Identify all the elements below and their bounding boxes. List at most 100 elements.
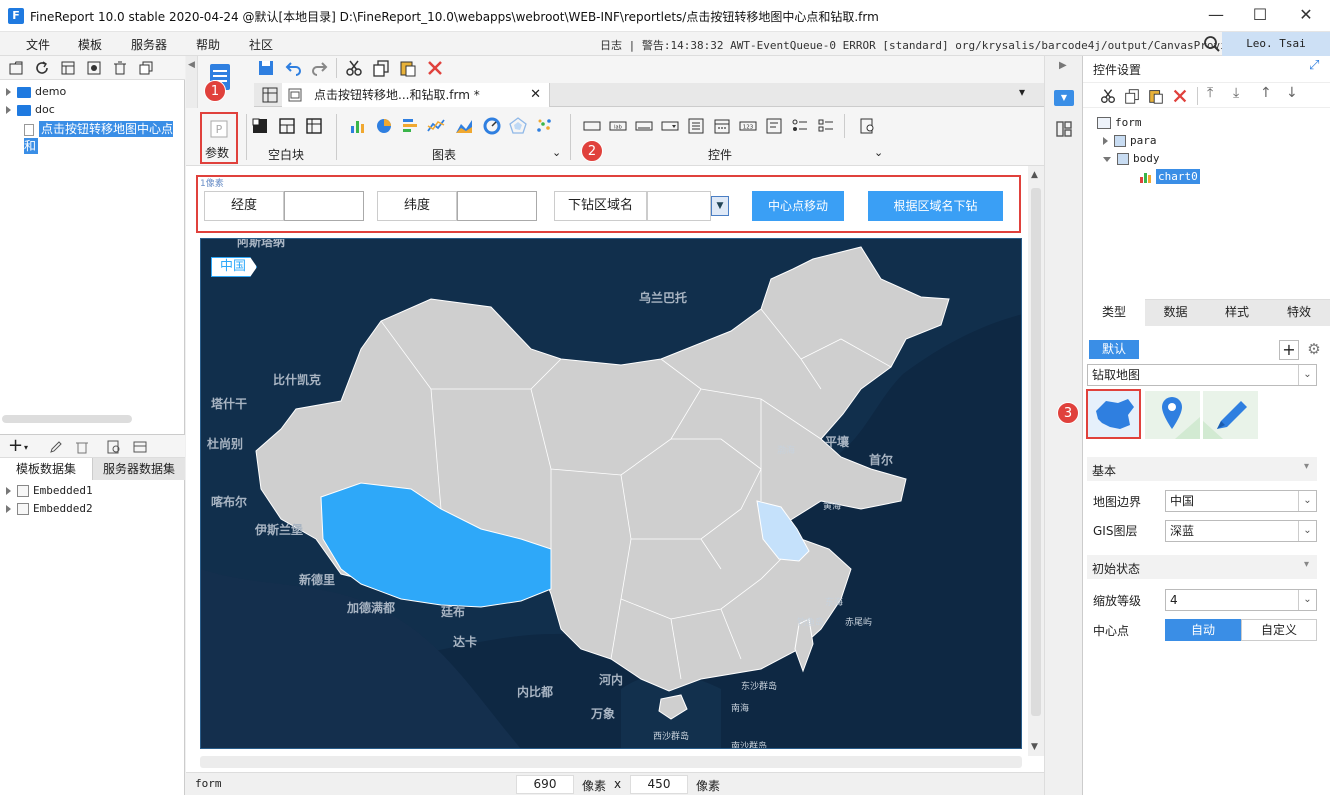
template-icon[interactable] (60, 60, 76, 76)
menu-template[interactable]: 模板 (78, 36, 102, 53)
chevron-down-icon[interactable]: ▾ (24, 443, 28, 452)
radar-chart-icon[interactable] (508, 116, 528, 136)
settings-icon[interactable] (86, 60, 102, 76)
date-widget-icon[interactable] (712, 116, 732, 136)
expand-icon[interactable] (6, 88, 11, 96)
delete-icon[interactable] (425, 58, 445, 78)
paste-icon[interactable] (1147, 87, 1165, 105)
cut-icon[interactable] (344, 58, 364, 78)
region-select[interactable] (647, 191, 711, 221)
latitude-input[interactable] (457, 191, 537, 221)
copy-icon[interactable] (1123, 87, 1141, 105)
new-folder-icon[interactable] (8, 60, 24, 76)
move-bottom-icon[interactable]: ⤓ (1233, 85, 1239, 101)
area-chart-icon[interactable] (454, 116, 474, 136)
add-icon[interactable]: + (1279, 340, 1299, 360)
line-chart-icon[interactable] (426, 116, 446, 136)
table-layout-icon[interactable] (304, 116, 324, 136)
user-account[interactable]: Leo. Tsai (1222, 32, 1330, 56)
move-down-icon[interactable]: ↓ (1286, 85, 1298, 101)
section-basic[interactable]: 基本 ▾ (1087, 457, 1317, 481)
preview-icon[interactable] (106, 439, 122, 455)
textbox-widget-icon[interactable] (582, 116, 602, 136)
column-chart-icon[interactable] (348, 116, 368, 136)
list-widget-icon[interactable] (686, 116, 706, 136)
widget-tree-body[interactable]: body (1103, 152, 1160, 165)
save-icon[interactable] (256, 58, 276, 78)
expand-icon[interactable] (1103, 137, 1108, 145)
custom-map-type-option[interactable] (1203, 391, 1258, 439)
undo-icon[interactable] (283, 58, 303, 78)
number-widget-icon[interactable]: 123 (738, 116, 758, 136)
widget-tree-form[interactable]: form (1097, 116, 1142, 129)
center-move-button[interactable]: 中心点移动 (752, 191, 844, 221)
tab-server-dataset[interactable]: 服务器数据集 (93, 458, 185, 480)
default-theme-badge[interactable]: 默认 (1089, 340, 1139, 359)
tab-template-dataset[interactable]: 模板数据集 (0, 458, 93, 480)
collapse-right-icon[interactable]: ▶ (1059, 60, 1067, 71)
param-widget-box[interactable]: P 参数 (200, 112, 238, 164)
tab-style[interactable]: 样式 (1206, 299, 1268, 326)
widget-settings-icon[interactable]: ▼ (1054, 90, 1074, 106)
expand-icon[interactable] (6, 106, 11, 114)
chevron-down-icon[interactable]: ⌄ (552, 146, 561, 159)
tab-layout-icon[interactable] (277, 116, 297, 136)
delete-icon[interactable] (112, 60, 128, 76)
label-widget-icon[interactable]: lab (608, 116, 628, 136)
expand-panel-icon[interactable]: ⤢ (1309, 58, 1319, 73)
chevron-down-icon[interactable]: ⌄ (1298, 590, 1316, 610)
parameter-panel[interactable]: 经度 纬度 下钻区域名 ▼ 中心点移动 根据区域名下钻 (196, 175, 1021, 233)
tab-data[interactable]: 数据 (1145, 299, 1206, 326)
height-input[interactable]: 450 (630, 775, 688, 794)
scroll-thumb[interactable] (1031, 188, 1041, 716)
tree-item-demo[interactable]: demo (6, 85, 66, 98)
widget-tree-chart0[interactable]: chart0 (1139, 169, 1200, 184)
minimize-button[interactable]: — (1196, 4, 1236, 28)
dataset-item[interactable]: Embedded2 (6, 502, 93, 515)
component-library-icon[interactable] (1055, 120, 1073, 138)
cut-icon[interactable] (1099, 87, 1117, 105)
dropdown-arrow-icon[interactable]: ▼ (711, 196, 729, 216)
radio-widget-icon[interactable] (790, 116, 810, 136)
tab-menu-icon[interactable]: ▾ (1019, 85, 1025, 99)
tab-current-file[interactable]: 点击按钮转移地...和钻取.frm * ✕ (282, 83, 550, 107)
expand-icon[interactable] (6, 487, 11, 495)
gear-icon[interactable]: ⚙ (1303, 340, 1325, 360)
menu-server[interactable]: 服务器 (131, 36, 167, 53)
width-input[interactable]: 690 (516, 775, 574, 794)
widget-tree-para[interactable]: para (1103, 134, 1157, 147)
chevron-down-icon[interactable]: ⌄ (1298, 521, 1316, 541)
search-widget-icon[interactable] (858, 116, 878, 136)
pie-chart-icon[interactable] (374, 116, 394, 136)
textarea-widget-icon[interactable] (764, 116, 784, 136)
edit-icon[interactable] (48, 439, 64, 455)
combobox-widget-icon[interactable] (660, 116, 680, 136)
tree-item-current-file[interactable]: 点击按钮转移地图中心点和 (24, 120, 184, 154)
tree-item-doc[interactable]: doc (6, 103, 55, 116)
log-status[interactable]: 日志 | 警告:14:38:32 AWT-EventQueue-0 ERROR … (600, 37, 1247, 53)
map-breadcrumb[interactable]: 中国 (211, 257, 258, 277)
chevron-down-icon[interactable]: ⌄ (1298, 365, 1316, 385)
chevron-down-icon[interactable]: ⌄ (874, 146, 883, 159)
zoom-level-select[interactable]: 4 ⌄ (1165, 589, 1317, 611)
menu-community[interactable]: 社区 (249, 36, 273, 53)
expand-icon[interactable] (6, 505, 11, 513)
dataset-edit-icon[interactable] (132, 439, 148, 455)
menu-help[interactable]: 帮助 (196, 36, 220, 53)
chart-type-select[interactable]: 钻取地图 ⌄ (1087, 364, 1317, 386)
grid-icon[interactable] (262, 87, 278, 103)
section-initial-state[interactable]: 初始状态 ▾ (1087, 555, 1317, 579)
chevron-down-icon[interactable]: ⌄ (1298, 491, 1316, 511)
bar-chart-icon[interactable] (400, 116, 420, 136)
gauge-chart-icon[interactable] (482, 116, 502, 136)
scroll-up-icon[interactable]: ▲ (1031, 170, 1038, 180)
center-auto-toggle[interactable]: 自动 (1165, 619, 1241, 641)
vertical-scrollbar[interactable]: ▲ ▼ (1028, 166, 1044, 756)
dataset-item[interactable]: Embedded1 (6, 484, 93, 497)
area-map-type-option[interactable] (1086, 389, 1141, 439)
refresh-icon[interactable] (34, 60, 50, 76)
close-window-button[interactable]: ✕ (1286, 4, 1326, 28)
tab-effects[interactable]: 特效 (1268, 299, 1330, 326)
collapse-section-icon[interactable]: ▾ (1304, 461, 1309, 472)
collapse-section-icon[interactable]: ▾ (1304, 559, 1309, 570)
